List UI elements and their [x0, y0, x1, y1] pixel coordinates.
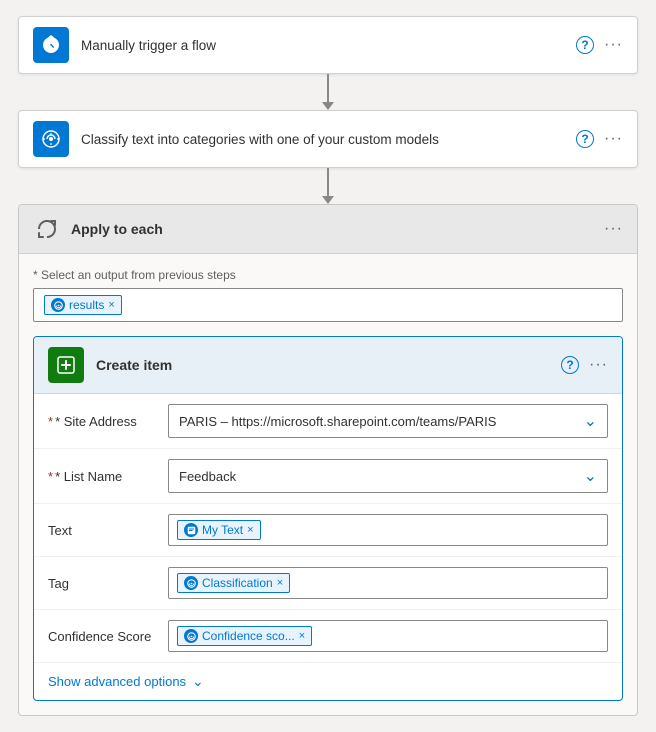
text-row: Text My Tex: [34, 504, 622, 557]
arrow-line-2: [327, 168, 329, 196]
classify-help-icon[interactable]: ?: [576, 130, 594, 148]
list-name-text: Feedback: [179, 469, 236, 484]
my-text-token-text: My Text: [202, 523, 243, 537]
create-item-icon: [48, 347, 84, 383]
classify-icon: [33, 121, 69, 157]
create-item-header: Create item ? ···: [34, 337, 622, 394]
show-advanced-text: Show advanced options: [48, 674, 186, 689]
confidence-score-value[interactable]: Confidence sco... ×: [168, 620, 608, 652]
tag-field[interactable]: Classification ×: [168, 567, 608, 599]
trigger-title: Manually trigger a flow: [81, 38, 576, 53]
tag-row: Tag: [34, 557, 622, 610]
flow-canvas: Manually trigger a flow ? ··· Classify t…: [16, 16, 640, 716]
list-name-label: ** List Name: [48, 469, 168, 484]
classify-step: Classify text into categories with one o…: [18, 110, 638, 168]
my-text-token-close[interactable]: ×: [247, 524, 253, 536]
confidence-score-token-close[interactable]: ×: [299, 630, 305, 642]
classify-title: Classify text into categories with one o…: [81, 132, 576, 147]
create-item-card: Create item ? ··· ** Site Address: [33, 336, 623, 701]
my-text-token-icon: [184, 523, 198, 537]
create-item-more-icon[interactable]: ···: [589, 356, 608, 374]
show-advanced-chevron-icon: ⌄: [192, 673, 204, 690]
results-token-close[interactable]: ×: [108, 300, 114, 311]
arrow-1: [322, 74, 334, 110]
text-label: Text: [48, 523, 168, 538]
my-text-token: My Text ×: [177, 520, 261, 540]
arrow-head-2: [322, 196, 334, 204]
show-advanced-options[interactable]: Show advanced options ⌄: [34, 663, 622, 700]
classify-actions: ? ···: [576, 130, 623, 148]
apply-each-more-icon[interactable]: ···: [604, 220, 623, 238]
trigger-more-icon[interactable]: ···: [604, 36, 623, 54]
text-field[interactable]: My Text ×: [168, 514, 608, 546]
confidence-score-token: Confidence sco... ×: [177, 626, 312, 646]
select-output-label-text: * Select an output from previous steps: [33, 268, 236, 282]
loop-icon: [33, 215, 61, 243]
arrow-2: [322, 168, 334, 204]
select-output-input[interactable]: results ×: [33, 288, 623, 322]
apply-each-body: * Select an output from previous steps r…: [19, 254, 637, 701]
select-output-label: * Select an output from previous steps: [33, 268, 623, 282]
confidence-score-field[interactable]: Confidence sco... ×: [168, 620, 608, 652]
create-item-body: ** Site Address PARIS – https://microsof…: [34, 394, 622, 700]
arrow-line-1: [327, 74, 329, 102]
results-token-icon: [51, 298, 65, 312]
site-address-dropdown[interactable]: PARIS – https://microsoft.sharepoint.com…: [168, 404, 608, 438]
classification-token-text: Classification: [202, 576, 273, 590]
confidence-score-label: Confidence Score: [48, 629, 168, 644]
list-name-row: ** List Name Feedback ⌄: [34, 449, 622, 504]
apply-each-header: Apply to each ···: [19, 205, 637, 254]
trigger-step: Manually trigger a flow ? ···: [18, 16, 638, 74]
site-address-row: ** Site Address PARIS – https://microsof…: [34, 394, 622, 449]
list-name-value[interactable]: Feedback ⌄: [168, 459, 608, 493]
tag-value[interactable]: Classification ×: [168, 567, 608, 599]
classification-token: Classification ×: [177, 573, 290, 593]
results-token-text: results: [69, 298, 104, 312]
site-address-chevron-icon: ⌄: [584, 411, 597, 431]
list-name-dropdown[interactable]: Feedback ⌄: [168, 459, 608, 493]
site-address-value[interactable]: PARIS – https://microsoft.sharepoint.com…: [168, 404, 608, 438]
arrow-head-1: [322, 102, 334, 110]
site-address-text: PARIS – https://microsoft.sharepoint.com…: [179, 414, 496, 429]
tag-label: Tag: [48, 576, 168, 591]
text-value[interactable]: My Text ×: [168, 514, 608, 546]
create-item-help-icon[interactable]: ?: [561, 356, 579, 374]
list-name-chevron-icon: ⌄: [584, 466, 597, 486]
trigger-icon: [33, 27, 69, 63]
classification-token-close[interactable]: ×: [277, 577, 283, 589]
confidence-score-row: Confidence Score: [34, 610, 622, 663]
trigger-help-icon[interactable]: ?: [576, 36, 594, 54]
apply-each-container: Apply to each ··· * Select an output fro…: [18, 204, 638, 716]
create-item-title: Create item: [96, 357, 561, 373]
trigger-actions: ? ···: [576, 36, 623, 54]
site-address-label: ** Site Address: [48, 414, 168, 429]
confidence-score-token-text: Confidence sco...: [202, 629, 295, 643]
classify-more-icon[interactable]: ···: [604, 130, 623, 148]
apply-each-title: Apply to each: [71, 221, 604, 237]
results-token: results ×: [44, 295, 122, 315]
classification-token-icon: [184, 576, 198, 590]
confidence-score-token-icon: [184, 629, 198, 643]
